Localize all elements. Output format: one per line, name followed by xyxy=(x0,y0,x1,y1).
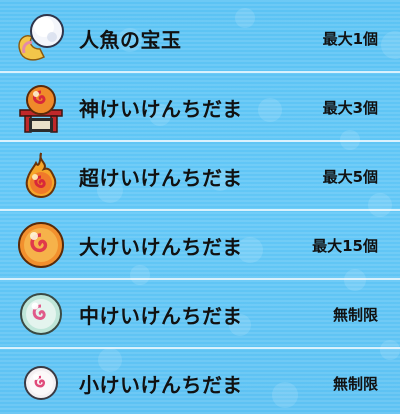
item-limit: 最大5個 xyxy=(322,167,378,186)
item-name: 神けいけんちだま xyxy=(79,96,243,121)
item-name: 小けいけんちだま xyxy=(79,372,243,397)
list-item[interactable]: 大けいけんちだま 最大15個 xyxy=(0,211,400,279)
mermaid-jewel-icon xyxy=(14,11,68,65)
list-item[interactable]: 神けいけんちだま 最大3個 xyxy=(0,73,400,141)
item-limit: 最大3個 xyxy=(322,98,378,117)
item-limit: 最大15個 xyxy=(312,236,378,255)
item-name: 人魚の宝玉 xyxy=(79,27,182,52)
list-item[interactable]: 小けいけんちだま 無制限 xyxy=(0,349,400,414)
large-exp-orb-icon xyxy=(14,218,68,272)
super-exp-orb-icon xyxy=(14,149,68,203)
item-limit: 無制限 xyxy=(332,374,378,393)
list-item[interactable]: 中けいけんちだま 無制限 xyxy=(0,280,400,348)
item-list: 人魚の宝玉 最大1個 神けいけんちだま 最大3個 超けいけんちだま 最大5個 大… xyxy=(0,0,400,414)
item-name: 中けいけんちだま xyxy=(79,303,243,328)
list-item[interactable]: 人魚の宝玉 最大1個 xyxy=(0,4,400,72)
item-limit: 無制限 xyxy=(332,305,378,324)
item-limit: 最大1個 xyxy=(322,29,378,48)
item-name: 超けいけんちだま xyxy=(79,165,243,190)
medium-exp-orb-icon xyxy=(14,287,68,341)
small-exp-orb-icon xyxy=(14,356,68,410)
list-item[interactable]: 超けいけんちだま 最大5個 xyxy=(0,142,400,210)
item-name: 大けいけんちだま xyxy=(79,234,243,259)
item-list-screen: 人魚の宝玉 最大1個 神けいけんちだま 最大3個 超けいけんちだま 最大5個 大… xyxy=(0,0,400,414)
god-exp-orb-icon xyxy=(14,80,68,134)
